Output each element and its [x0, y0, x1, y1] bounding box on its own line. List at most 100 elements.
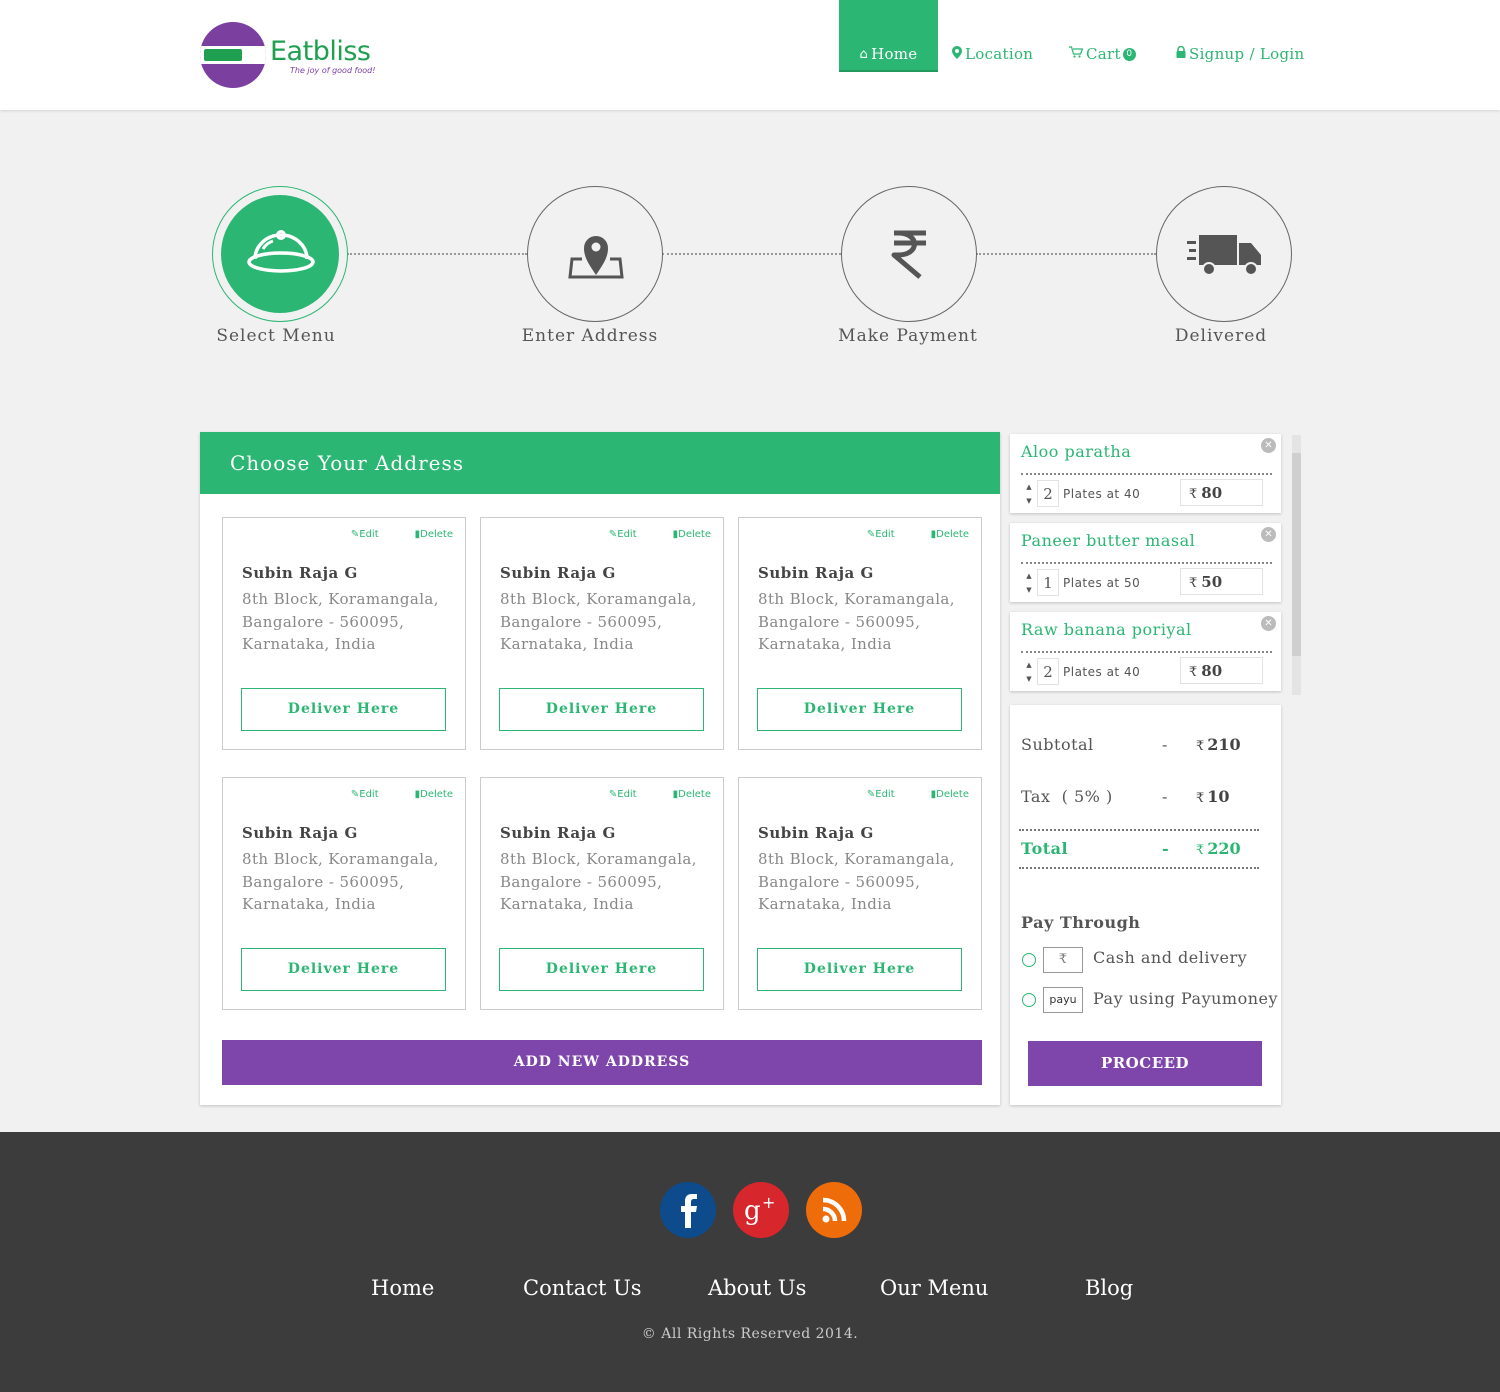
- footer-link-blog[interactable]: Blog: [1085, 1276, 1133, 1300]
- pencil-icon: ✎: [350, 529, 360, 540]
- address-name: Subin Raja G: [242, 564, 358, 582]
- pencil-icon: ✎: [866, 529, 876, 540]
- map-pin-icon: [568, 236, 624, 279]
- cash-option-label[interactable]: Cash and delivery: [1093, 948, 1247, 967]
- address-text: 8th Block, Koramangala, Bangalore - 56009…: [758, 850, 955, 913]
- footer-link-menu[interactable]: Our Menu: [880, 1276, 988, 1300]
- edit-button[interactable]: ✎Edit: [591, 789, 637, 800]
- deliver-here-button[interactable]: Deliver Here: [757, 948, 962, 991]
- quantity-input[interactable]: 1: [1037, 569, 1059, 596]
- up-arrow-icon: ▲: [1026, 572, 1032, 580]
- svg-text:g: g: [744, 1196, 761, 1226]
- quantity-stepper[interactable]: ▲ ▼: [1022, 658, 1036, 686]
- up-arrow-icon: ▲: [1026, 483, 1032, 491]
- address-text: 8th Block, Koramangala, Bangalore - 56009…: [242, 590, 439, 653]
- cart-item-name: Raw banana poriyal: [1021, 620, 1192, 639]
- item-price: ₹80: [1180, 479, 1263, 506]
- address-card: ✎Edit ▮Delete Subin Raja G 8th Block, Kor…: [738, 517, 982, 750]
- nav-login[interactable]: Signup / Login: [1176, 0, 1304, 72]
- step-label: Select Menu: [216, 326, 336, 346]
- address-name: Subin Raja G: [758, 564, 874, 582]
- edit-button[interactable]: ✎Edit: [849, 529, 895, 540]
- home-icon: ⌂: [859, 46, 869, 62]
- payu-logo-icon: payu: [1043, 987, 1083, 1013]
- deliver-here-button[interactable]: Deliver Here: [757, 688, 962, 731]
- rss-icon[interactable]: [806, 1182, 862, 1238]
- cart-item: Paneer butter masal ✕ ▲ ▼ 1 Plates at 50 …: [1010, 523, 1281, 602]
- subtotal-label: Subtotal: [1021, 735, 1094, 754]
- subtotal-value: ₹210: [1196, 735, 1241, 754]
- remove-item-icon[interactable]: ✕: [1261, 527, 1276, 542]
- cart-scrollbar-thumb[interactable]: [1292, 453, 1301, 656]
- delete-button[interactable]: ▮Delete: [913, 789, 969, 800]
- address-text: 8th Block, Koramangala, Bangalore - 56009…: [500, 850, 697, 913]
- step-connector: [662, 253, 841, 255]
- delete-button[interactable]: ▮Delete: [913, 529, 969, 540]
- cash-radio[interactable]: [1022, 953, 1036, 967]
- edit-button[interactable]: ✎Edit: [333, 529, 379, 540]
- footer-link-about[interactable]: About Us: [708, 1276, 806, 1300]
- step-delivered: [1156, 186, 1292, 322]
- map-marker-icon: [952, 45, 962, 63]
- address-name: Subin Raja G: [242, 824, 358, 842]
- divider: [1019, 867, 1259, 869]
- footer: g + Home Contact Us About Us Our Menu Blo…: [0, 1132, 1500, 1392]
- deliver-here-button[interactable]: Deliver Here: [241, 948, 446, 991]
- pencil-icon: ✎: [866, 789, 876, 800]
- rupee-icon: ₹: [1189, 665, 1198, 680]
- deliver-here-button[interactable]: Deliver Here: [499, 688, 704, 731]
- quantity-input[interactable]: 2: [1037, 480, 1059, 507]
- step-make-payment: [841, 186, 977, 322]
- svg-text:+: +: [762, 1193, 775, 1212]
- logo[interactable]: Eatbliss The joy of good food!: [200, 20, 375, 90]
- remove-item-icon[interactable]: ✕: [1261, 438, 1276, 453]
- edit-button[interactable]: ✎Edit: [333, 789, 379, 800]
- nav-location[interactable]: Location: [952, 0, 1033, 72]
- nav-cart[interactable]: Cart 0: [1069, 0, 1136, 72]
- payu-radio[interactable]: [1022, 993, 1036, 1007]
- order-summary: Subtotal - ₹210 Tax ( 5% ) - ₹10 Total -…: [1010, 705, 1281, 1105]
- lock-icon: [1176, 45, 1186, 62]
- step-connector: [347, 253, 527, 255]
- pencil-icon: ✎: [608, 529, 618, 540]
- delete-button[interactable]: ▮Delete: [397, 529, 453, 540]
- edit-button[interactable]: ✎Edit: [591, 529, 637, 540]
- header: Eatbliss The joy of good food! ⌂ Home Lo…: [0, 0, 1500, 110]
- proceed-button[interactable]: PROCEED: [1028, 1041, 1262, 1086]
- delete-button[interactable]: ▮Delete: [397, 789, 453, 800]
- nav-home[interactable]: ⌂ Home: [839, 0, 938, 72]
- remove-item-icon[interactable]: ✕: [1261, 616, 1276, 631]
- pay-through-title: Pay Through: [1021, 913, 1141, 932]
- deliver-here-button[interactable]: Deliver Here: [241, 688, 446, 731]
- deliver-here-button[interactable]: Deliver Here: [499, 948, 704, 991]
- cart-item: Aloo paratha ✕ ▲ ▼ 2 Plates at 40 ₹80: [1010, 434, 1281, 513]
- quantity-input[interactable]: 2: [1037, 658, 1059, 685]
- logo-tagline: The joy of good food!: [290, 66, 376, 75]
- address-name: Subin Raja G: [758, 824, 874, 842]
- edit-button[interactable]: ✎Edit: [849, 789, 895, 800]
- rupee-icon: ₹: [1189, 487, 1198, 502]
- cart-item: Raw banana poriyal ✕ ▲ ▼ 2 Plates at 40 ₹…: [1010, 612, 1281, 691]
- total-label: Total: [1021, 839, 1069, 858]
- delete-button[interactable]: ▮Delete: [655, 529, 711, 540]
- food-cloche-icon: [247, 230, 315, 273]
- nav-login-label: Signup / Login: [1189, 45, 1305, 63]
- nav-cart-label: Cart: [1086, 45, 1121, 63]
- logo-text: Eatbliss: [270, 36, 371, 67]
- rupee-icon: [891, 230, 926, 279]
- footer-link-home[interactable]: Home: [371, 1276, 434, 1300]
- delete-button[interactable]: ▮Delete: [655, 789, 711, 800]
- add-new-address-button[interactable]: ADD NEW ADDRESS: [222, 1040, 982, 1085]
- facebook-icon[interactable]: [660, 1182, 716, 1238]
- quantity-stepper[interactable]: ▲ ▼: [1022, 569, 1036, 597]
- footer-link-contact[interactable]: Contact Us: [523, 1276, 642, 1300]
- address-card: ✎Edit ▮Delete Subin Raja G 8th Block, Kor…: [738, 777, 982, 1010]
- cart-item-name: Paneer butter masal: [1021, 531, 1196, 550]
- divider: [1021, 651, 1272, 653]
- address-text: 8th Block, Koramangala, Bangalore - 56009…: [500, 590, 697, 653]
- delivery-truck-icon: [1187, 235, 1261, 276]
- address-name: Subin Raja G: [500, 564, 616, 582]
- quantity-stepper[interactable]: ▲ ▼: [1022, 480, 1036, 508]
- payu-option-label[interactable]: Pay using Payumoney: [1093, 989, 1278, 1008]
- google-plus-icon[interactable]: g +: [733, 1182, 789, 1238]
